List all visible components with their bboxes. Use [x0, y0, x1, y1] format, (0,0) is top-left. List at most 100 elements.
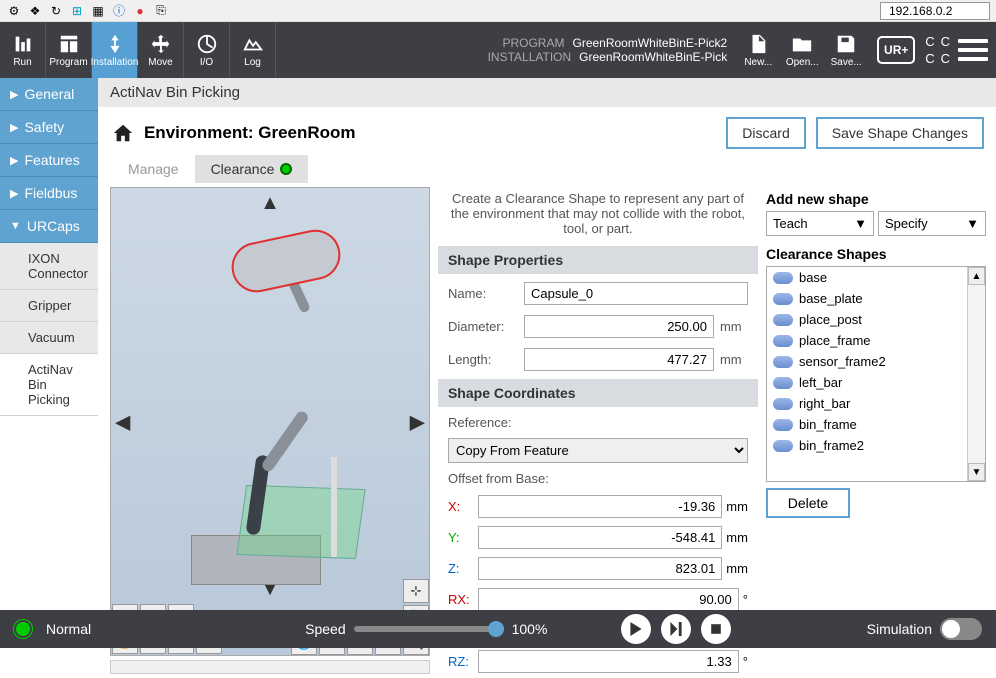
nav-installation[interactable]: Installation: [92, 22, 138, 78]
delete-button[interactable]: Delete: [766, 488, 850, 518]
rx-input[interactable]: [478, 588, 739, 611]
sidebar-sub-vacuum[interactable]: Vacuum: [0, 322, 98, 354]
list-item[interactable]: base_plate: [767, 288, 967, 309]
rz-input[interactable]: [478, 650, 739, 673]
scroll-down-icon[interactable]: ▼: [968, 463, 985, 481]
list-scrollbar[interactable]: ▲ ▼: [967, 267, 985, 481]
viewer-3d[interactable]: ▲ ▼ ◀ ▶ 👁: [110, 187, 430, 656]
sidebar-label: URCaps: [27, 218, 80, 234]
menu-hamburger[interactable]: [958, 39, 988, 61]
tab-manage[interactable]: Manage: [112, 155, 195, 183]
urplus-button[interactable]: UR+: [877, 36, 915, 64]
z-input[interactable]: [478, 557, 722, 580]
capsule-icon: [773, 440, 793, 452]
nav-run[interactable]: Run: [0, 22, 46, 78]
viewer-scrollbar[interactable]: [110, 660, 430, 674]
stop-button[interactable]: [701, 614, 731, 644]
x-input[interactable]: [478, 495, 722, 518]
play-button[interactable]: [621, 614, 651, 644]
file-open[interactable]: Open...: [781, 22, 823, 78]
shape-name-input[interactable]: [524, 282, 748, 305]
list-item[interactable]: sensor_frame2: [767, 351, 967, 372]
sidebar-item-safety[interactable]: ▶Safety: [0, 111, 98, 144]
os-icon-4[interactable]: ⊞: [69, 3, 85, 19]
specify-dropdown[interactable]: Specify▼: [878, 211, 986, 236]
os-icon-1[interactable]: ⚙: [6, 3, 22, 19]
list-item-label: sensor_frame2: [799, 354, 886, 369]
vtool-axes-icon[interactable]: ⊹: [403, 579, 429, 603]
clearance-shapes-label: Clearance Shapes: [766, 242, 986, 266]
shapes-list: base base_plate place_post place_frame s…: [767, 267, 967, 481]
list-item-label: right_bar: [799, 396, 850, 411]
list-item-label: left_bar: [799, 375, 842, 390]
sidebar-item-urcaps[interactable]: ▼URCaps: [0, 210, 98, 243]
viewer-nav-left[interactable]: ◀: [115, 409, 130, 434]
list-item[interactable]: place_frame: [767, 330, 967, 351]
viewer-nav-up[interactable]: ▲: [260, 192, 280, 215]
nav-io[interactable]: I/O: [184, 22, 230, 78]
list-item[interactable]: place_post: [767, 309, 967, 330]
status-dot-icon: [14, 620, 32, 638]
z-label: Z:: [448, 561, 474, 576]
discard-button[interactable]: Discard: [726, 117, 805, 149]
teach-dropdown[interactable]: Teach ▼: [766, 211, 874, 236]
home-icon[interactable]: [112, 122, 134, 144]
status-dot-icon: [280, 163, 292, 175]
list-item[interactable]: base: [767, 267, 967, 288]
file-save-label: Save...: [831, 57, 862, 68]
sidebar-label: Fieldbus: [24, 185, 77, 201]
sidebar-label: Safety: [24, 119, 64, 135]
nav-log-label: Log: [244, 57, 261, 68]
sidebar-item-general[interactable]: ▶General: [0, 78, 98, 111]
list-item[interactable]: bin_frame: [767, 414, 967, 435]
speed-value: 100%: [512, 621, 548, 637]
sidebar-label: Features: [24, 152, 79, 168]
unit: mm: [726, 530, 748, 545]
sidebar-item-fieldbus[interactable]: ▶Fieldbus: [0, 177, 98, 210]
list-item[interactable]: right_bar: [767, 393, 967, 414]
os-icon-close[interactable]: ●: [132, 3, 148, 19]
list-item[interactable]: left_bar: [767, 372, 967, 393]
save-shape-button[interactable]: Save Shape Changes: [816, 117, 984, 149]
nav-program[interactable]: Program: [46, 22, 92, 78]
sidebar-item-features[interactable]: ▶Features: [0, 144, 98, 177]
scroll-up-icon[interactable]: ▲: [968, 267, 985, 285]
y-input[interactable]: [478, 526, 722, 549]
os-icon-7[interactable]: ⎘: [153, 3, 169, 19]
speed-slider[interactable]: [354, 626, 504, 632]
os-icon-2[interactable]: ❖: [27, 3, 43, 19]
file-new[interactable]: New...: [737, 22, 779, 78]
teach-label: Teach: [773, 216, 808, 231]
viewer-nav-right[interactable]: ▶: [410, 409, 425, 434]
nav-move[interactable]: Move: [138, 22, 184, 78]
sidebar-sub-actinav[interactable]: ActiNav Bin Picking: [0, 354, 98, 416]
robot-scene: [151, 218, 389, 585]
offset-label: Offset from Base:: [438, 469, 758, 488]
list-item-label: base_plate: [799, 291, 863, 306]
sidebar-sub-gripper[interactable]: Gripper: [0, 290, 98, 322]
reference-select[interactable]: Copy From Feature: [448, 438, 748, 463]
ip-address-field[interactable]: [880, 2, 990, 20]
unit-mm: mm: [720, 352, 748, 367]
simulation-label: Simulation: [867, 621, 932, 637]
diameter-label: Diameter:: [448, 319, 518, 334]
sidebar-sub-ixon[interactable]: IXON Connector: [0, 243, 98, 290]
diameter-input[interactable]: [524, 315, 714, 338]
os-icon-5[interactable]: ▦: [90, 3, 106, 19]
sidebar: ▶General ▶Safety ▶Features ▶Fieldbus ▼UR…: [0, 78, 98, 610]
chevron-down-icon: ▼: [854, 216, 867, 231]
unit: mm: [726, 561, 748, 576]
rx-label: RX:: [448, 592, 474, 607]
nav-io-label: I/O: [200, 57, 213, 68]
nav-log[interactable]: Log: [230, 22, 276, 78]
simulation-toggle[interactable]: [940, 618, 982, 640]
os-icon-3[interactable]: ↻: [48, 3, 64, 19]
step-button[interactable]: [661, 614, 691, 644]
length-input[interactable]: [524, 348, 714, 371]
shape-coords-header: Shape Coordinates: [438, 379, 758, 407]
cc-indicator: CCCC: [925, 34, 950, 66]
tab-clearance[interactable]: Clearance: [195, 155, 309, 183]
list-item[interactable]: bin_frame2: [767, 435, 967, 456]
os-icon-6[interactable]: ⓘ: [111, 3, 127, 19]
file-save[interactable]: Save...: [825, 22, 867, 78]
